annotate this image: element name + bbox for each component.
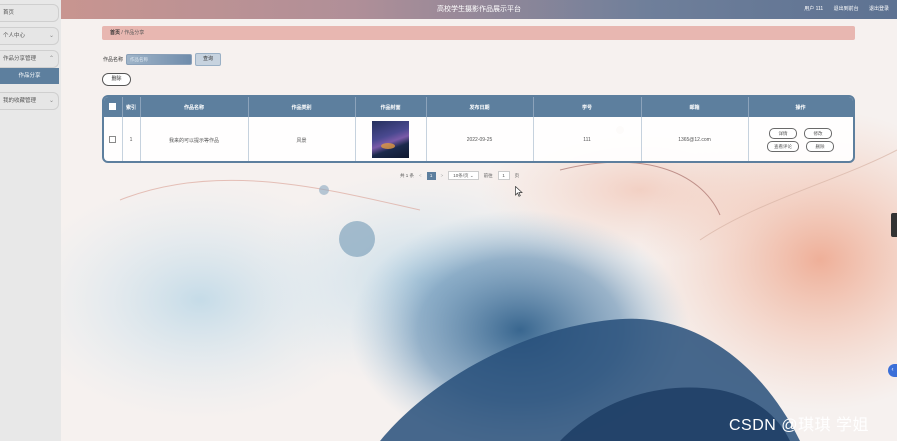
search-input[interactable] xyxy=(126,53,193,65)
delete-button[interactable]: 删除 xyxy=(102,73,131,86)
watermark-text: CSDN @琪琪 学姐 xyxy=(729,417,869,434)
sidebar-item-works-share[interactable]: 作品分享 xyxy=(0,68,59,84)
chevron-down-icon: ⌄ xyxy=(48,98,54,104)
header-actions: 用户 111 退出到前台 退出登录 xyxy=(795,0,889,19)
pagination: 共 1 条 < 1 > 10条/页 ⌄ 前往 1 页 xyxy=(400,171,519,180)
background-art xyxy=(0,0,897,441)
edit-button[interactable]: 修改 xyxy=(804,128,832,139)
pagination-total: 共 1 条 xyxy=(400,172,415,178)
row-student-id: 111 xyxy=(533,117,642,161)
page-suffix: 页 xyxy=(514,172,520,178)
row-category: 风景 xyxy=(248,117,356,161)
sidebar-item-home[interactable]: 首页 xyxy=(0,4,59,22)
table-header-row: 索引 作品名称 作品类别 作品封面 发布日期 学号 邮箱 操作 xyxy=(104,97,853,117)
row-checkbox[interactable] xyxy=(104,117,123,161)
column-header-name: 作品名称 xyxy=(140,97,249,117)
sidebar-item-profile[interactable]: 个人中心 ⌄ xyxy=(0,27,59,45)
column-header-date: 发布日期 xyxy=(426,97,534,117)
chevron-down-icon: ⌄ xyxy=(48,33,54,39)
column-header-student-id: 学号 xyxy=(533,97,642,117)
row-name: 我来的可以提示等作品 xyxy=(140,117,249,161)
breadcrumb: 首页 / 作品分享 xyxy=(102,26,855,40)
row-actions: 详情 修改 查看评论 删除 xyxy=(748,117,853,161)
page-number-current[interactable]: 1 xyxy=(426,171,436,180)
mouse-cursor-icon xyxy=(515,186,523,197)
cover-image[interactable] xyxy=(372,120,409,158)
works-table: 索引 作品名称 作品类别 作品封面 发布日期 学号 邮箱 操作 1 我来的可以提… xyxy=(102,95,855,163)
view-comments-button[interactable]: 查看评论 xyxy=(767,141,799,152)
sidebar: 首页 个人中心 ⌄ 作品分享管理 ⌃ 作品分享 我的收藏管理 ⌄ xyxy=(0,0,61,441)
sidebar-item-label: 作品分享管理 xyxy=(3,56,37,62)
row-email: 1365@12.com xyxy=(641,117,749,161)
detail-button[interactable]: 详情 xyxy=(769,128,797,139)
breadcrumb-home[interactable]: 首页 xyxy=(110,30,120,36)
column-header-actions: 操作 xyxy=(748,97,853,117)
background-ink-painting xyxy=(0,0,897,441)
sidebar-item-works-management[interactable]: 作品分享管理 ⌃ xyxy=(0,50,59,68)
prev-page-button[interactable]: < xyxy=(419,173,422,178)
column-header-category: 作品类别 xyxy=(248,97,356,117)
back-to-front-link[interactable]: 退出到前台 xyxy=(834,6,859,12)
page-size-select[interactable]: 10条/页 ⌄ xyxy=(448,171,479,180)
top-header: 高校学生摄影作品展示平台 用户 111 退出到前台 退出登录 xyxy=(61,0,897,19)
next-page-button[interactable]: > xyxy=(441,173,444,178)
sidebar-item-label: 我的收藏管理 xyxy=(3,98,37,104)
select-all-checkbox[interactable] xyxy=(104,97,123,117)
row-date: 2022-09-25 xyxy=(426,117,534,161)
sidebar-item-label: 作品分享 xyxy=(18,73,41,79)
logout-link[interactable]: 退出登录 xyxy=(869,6,889,12)
table-row: 1 我来的可以提示等作品 风景 2022-09-25 111 1365@12.c… xyxy=(104,117,853,161)
search-label: 作品名称 xyxy=(103,56,124,63)
column-header-email: 邮箱 xyxy=(641,97,749,117)
breadcrumb-current: 作品分享 xyxy=(124,30,145,36)
user-label: 用户 111 xyxy=(804,6,824,12)
sidebar-item-label: 首页 xyxy=(3,10,15,16)
floating-assist-button[interactable]: ‹ xyxy=(888,364,897,377)
page-size-value: 10条/页 xyxy=(453,173,469,178)
row-index: 1 xyxy=(122,117,141,161)
goto-label: 前往 xyxy=(483,172,493,178)
row-cover xyxy=(355,117,427,161)
column-header-cover: 作品封面 xyxy=(355,97,427,117)
column-header-index: 索引 xyxy=(122,97,141,117)
side-drawer-tab[interactable] xyxy=(891,213,897,237)
breadcrumb-separator: / xyxy=(121,30,123,36)
page-title: 高校学生摄影作品展示平台 xyxy=(437,6,521,13)
goto-page-input[interactable]: 1 xyxy=(497,171,510,180)
chevron-up-icon: ⌃ xyxy=(48,56,54,62)
row-delete-button[interactable]: 删除 xyxy=(806,141,834,152)
sidebar-item-favorites-management[interactable]: 我的收藏管理 ⌄ xyxy=(0,92,59,110)
search-bar: 作品名称 查询 xyxy=(103,52,222,66)
query-button[interactable]: 查询 xyxy=(195,52,222,66)
sidebar-item-label: 个人中心 xyxy=(3,33,26,39)
